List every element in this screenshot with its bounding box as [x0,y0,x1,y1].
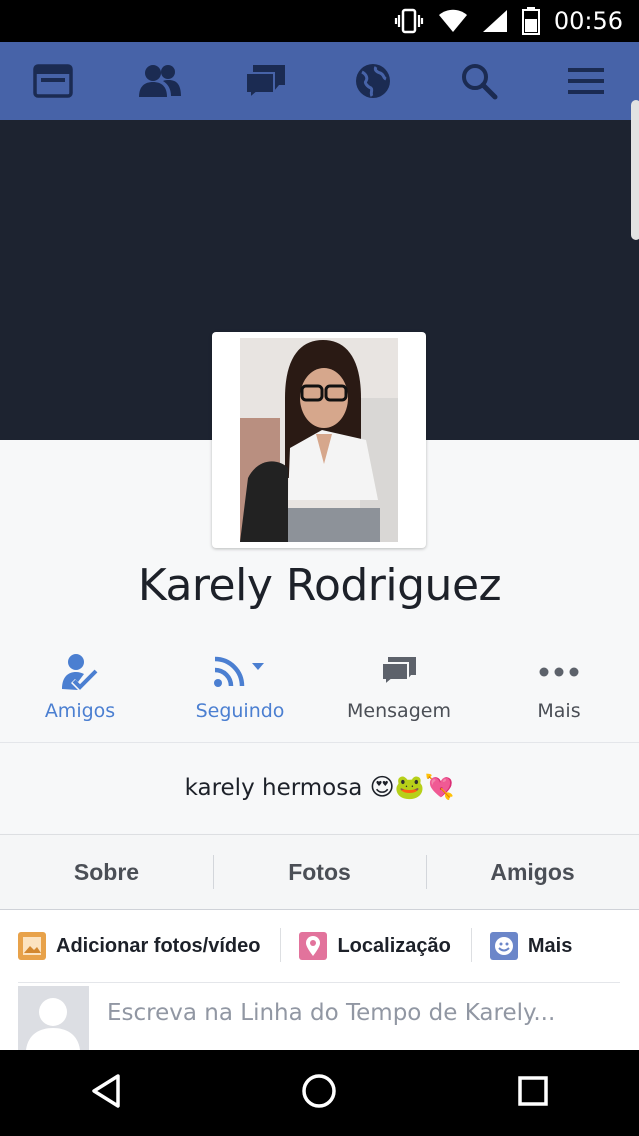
profile-actions: Amigos Seguindo Mensagem Mais [0,650,639,740]
profile-bio: karely hermosa 😍🐸💘 [0,773,639,801]
location-pin-icon [299,932,328,960]
friends-button-label: Amigos [44,700,116,722]
default-avatar [18,986,89,1050]
recents-icon[interactable] [517,1075,549,1112]
composer-placeholder[interactable]: Escreva na Linha do Tempo de Karely... [107,1000,555,1026]
bio-emoji: 😍🐸💘 [369,773,455,801]
divider [280,928,282,962]
location-button[interactable]: Localização [299,928,470,964]
composer-more-button[interactable]: Mais [489,928,592,964]
back-icon[interactable] [90,1073,122,1114]
smiley-icon [489,932,518,960]
messages-icon[interactable] [239,54,293,108]
tab-about[interactable]: Sobre [0,835,213,909]
more-button-label: Mais [537,700,581,722]
photo-icon [18,932,46,960]
profile-tabs: Sobre Fotos Amigos [0,834,639,911]
news-feed-icon[interactable] [26,54,80,108]
bio-section: karely hermosa 😍🐸💘 [0,742,639,835]
more-dots-icon [539,650,579,694]
wifi-icon [438,9,468,33]
profile-picture[interactable] [212,332,426,548]
top-nav-bar [0,42,639,121]
scrollbar-thumb[interactable] [631,100,639,240]
composer-actions: Adicionar fotos/vídeo Localização Mais [18,928,620,983]
add-photos-button[interactable]: Adicionar fotos/vídeo [18,928,280,964]
home-icon[interactable] [301,1073,337,1114]
tab-photos[interactable]: Fotos [213,835,426,909]
friend-requests-icon[interactable] [133,54,187,108]
composer-more-label: Mais [527,934,573,957]
composer-input-row[interactable]: Escreva na Linha do Tempo de Karely... [18,986,620,1050]
friends-button[interactable]: Amigos [0,650,160,740]
following-button-label: Seguindo [195,700,285,722]
signal-icon [482,9,508,33]
friends-check-icon [60,650,100,694]
tab-friends[interactable]: Amigos [426,835,639,909]
following-button[interactable]: Seguindo [160,650,320,740]
divider [470,928,472,962]
message-button-label: Mensagem [347,700,451,722]
notifications-globe-icon[interactable] [346,54,400,108]
more-button[interactable]: Mais [479,650,639,740]
menu-icon[interactable] [559,54,613,108]
vibrate-icon [394,8,424,34]
system-nav-bar [0,1050,639,1136]
message-icon [380,650,418,694]
search-icon[interactable] [452,54,506,108]
timeline-composer: Adicionar fotos/vídeo Localização Mais E… [0,910,639,1050]
rss-follow-icon [212,650,268,694]
battery-icon [521,7,540,35]
bio-text: karely hermosa [184,775,363,801]
clock: 00:56 [553,7,623,35]
status-bar: 00:56 [0,0,639,42]
message-button[interactable]: Mensagem [319,650,479,740]
profile-photo-image [240,338,398,542]
location-label: Localização [337,934,451,957]
profile-name: Karely Rodriguez [137,560,502,611]
add-photos-label: Adicionar fotos/vídeo [56,934,261,957]
